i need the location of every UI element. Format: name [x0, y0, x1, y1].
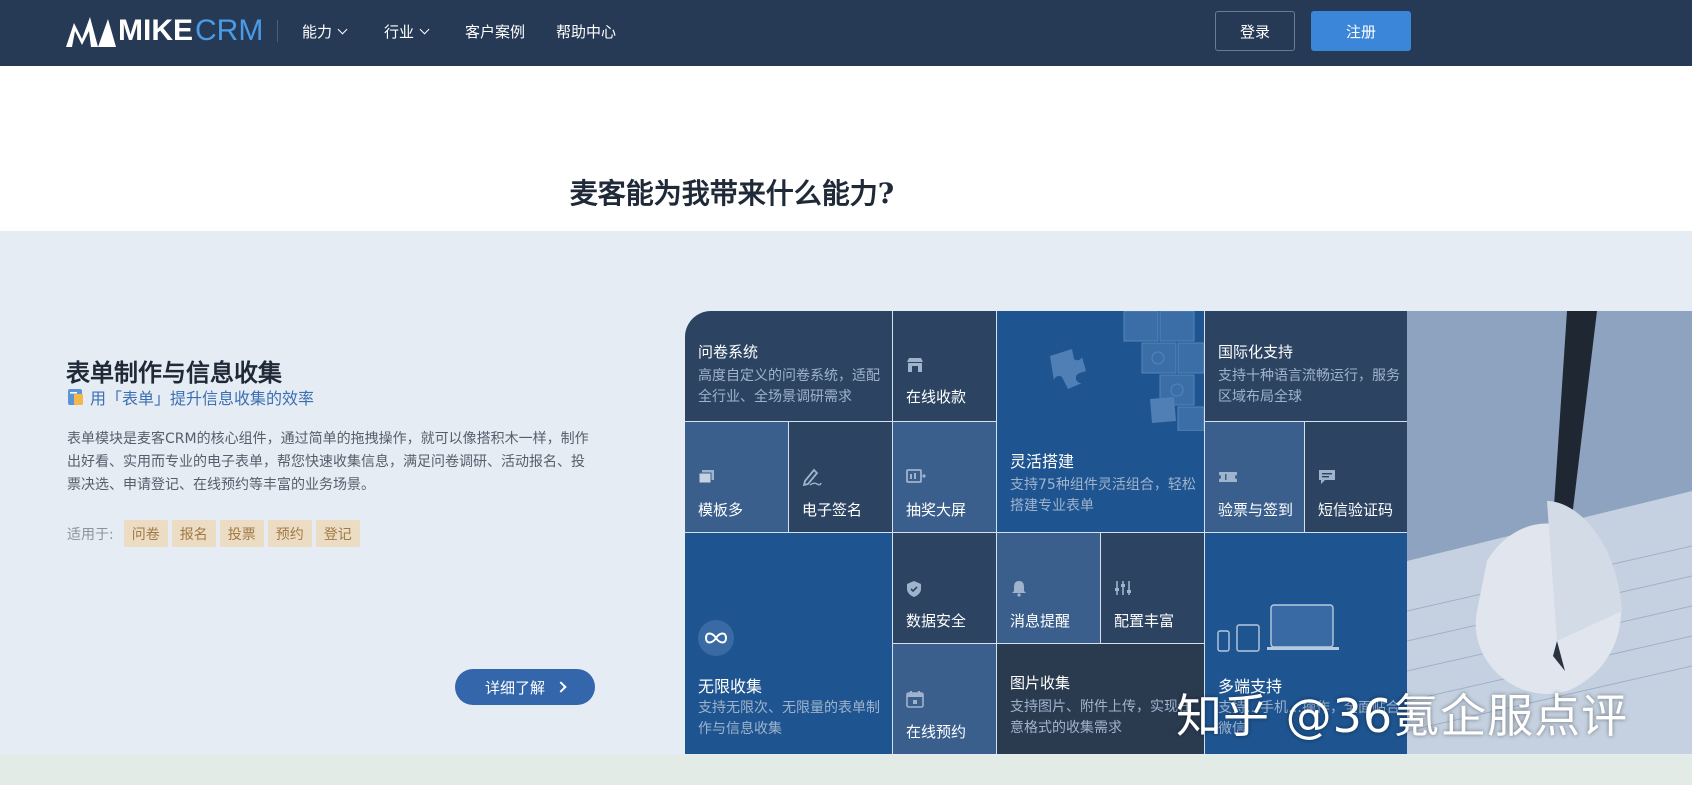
- register-button[interactable]: 注册: [1311, 11, 1411, 51]
- tile-title: 验票与签到: [1218, 501, 1294, 519]
- form-icon: [68, 389, 83, 405]
- nav-item-label: 行业: [384, 22, 415, 41]
- use-case-tag: 预约: [267, 520, 312, 547]
- bell-icon: [1012, 581, 1026, 597]
- use-case-tag: 问卷: [123, 520, 168, 547]
- tile-title: 短信验证码: [1318, 501, 1394, 519]
- tile-booking[interactable]: 在线预约: [893, 644, 996, 754]
- tile-survey[interactable]: 问卷系统 高度自定义的问卷系统，适配全行业、全场景调研需求: [685, 311, 892, 421]
- tile-desc: 支持图片、附件上传，实现任意格式的收集需求: [1010, 699, 1192, 736]
- tile-title: 问卷系统: [698, 343, 759, 361]
- tile-ticket[interactable]: 验票与签到: [1205, 422, 1304, 532]
- nav-item-label: 能力: [302, 22, 333, 41]
- tile-desc: 支持75种组件灵活组合，轻松搭建专业表单: [1010, 477, 1196, 514]
- tile-unlimited[interactable]: 无限收集 支持无限次、无限量的表单制作与信息收集: [685, 533, 892, 754]
- sliders-icon: [1115, 581, 1131, 595]
- feature-subtitle: 用「表单」提升信息收集的效率: [67, 385, 314, 409]
- tile-desc: 高度自定义的问卷系统，适配全行业、全场景调研需求: [698, 368, 880, 405]
- ticket-icon: [1219, 472, 1237, 482]
- logo-mike-text: MIKE: [118, 14, 193, 47]
- tile-config[interactable]: 配置丰富: [1101, 533, 1204, 643]
- feature-subtitle-text: 用「表单」提升信息收集的效率: [90, 389, 315, 408]
- login-button[interactable]: 登录: [1215, 11, 1295, 51]
- logo-mark-icon: [66, 17, 116, 47]
- learn-more-button[interactable]: 详细了解: [455, 669, 595, 705]
- chevron-right-icon: [555, 681, 567, 693]
- learn-more-label: 详细了解: [484, 678, 545, 697]
- zhihu-watermark: 知乎 @36氪企服点评: [1176, 689, 1629, 743]
- nav-item-help[interactable]: 帮助中心: [556, 20, 616, 42]
- tile-title: 电子签名: [802, 501, 863, 519]
- pen-icon: [802, 468, 822, 486]
- use-case-tag: 投票: [219, 520, 264, 547]
- tile-lottery[interactable]: 抽奖大屏: [893, 422, 996, 532]
- page-headline: 麦客能为我带来什么能力?: [569, 177, 895, 210]
- chevron-down-icon: [419, 24, 430, 34]
- use-cases-label: 适用于:: [67, 526, 114, 543]
- tile-title: 图片收集: [1010, 674, 1071, 692]
- tile-title: 国际化支持: [1218, 343, 1294, 361]
- use-case-tag: 登记: [315, 520, 360, 547]
- tile-sms[interactable]: 短信验证码: [1305, 422, 1407, 532]
- tile-title: 灵活搭建: [1010, 452, 1075, 471]
- nav-item-label: 客户案例: [465, 22, 526, 41]
- tile-title: 无限收集: [698, 677, 763, 696]
- tile-title: 模板多: [698, 501, 744, 519]
- tile-title: 在线收款: [906, 388, 967, 406]
- next-section-strip: [0, 755, 1692, 785]
- screen-icon: [906, 469, 926, 483]
- logo-crm-text: CRM: [195, 14, 264, 47]
- tile-title: 在线预约: [906, 723, 967, 741]
- mikecrm-logo[interactable]: MIKE CRM: [64, 11, 263, 51]
- store-icon: [907, 358, 923, 372]
- puzzle-icon: [1050, 311, 1204, 431]
- tile-payment[interactable]: 在线收款: [893, 311, 996, 421]
- tile-notify[interactable]: 消息提醒: [997, 533, 1100, 643]
- calendar-icon: [906, 691, 924, 708]
- use-case-tag: 报名: [171, 520, 216, 547]
- tile-images[interactable]: 图片收集 支持图片、附件上传，实现任意格式的收集需求: [997, 644, 1204, 754]
- nav-item-industry[interactable]: 行业: [384, 20, 430, 42]
- chevron-down-icon: [337, 24, 348, 34]
- use-cases: 适用于: 问卷 报名 投票 预约 登记: [67, 520, 360, 547]
- logo-wordmark: MIKE CRM: [118, 14, 263, 48]
- message-icon: [1319, 470, 1335, 484]
- nav-item-capability[interactable]: 能力: [302, 20, 348, 42]
- tile-title: 消息提醒: [1010, 612, 1071, 630]
- tile-i18n[interactable]: 国际化支持 支持十种语言流畅运行，服务区域布局全球: [1205, 311, 1407, 421]
- tile-desc: 支持无限次、无限量的表单制作与信息收集: [698, 700, 880, 737]
- tile-esign[interactable]: 电子签名: [789, 422, 892, 532]
- tile-title: 数据安全: [906, 612, 967, 630]
- nav-item-label: 帮助中心: [556, 22, 617, 41]
- tile-title: 抽奖大屏: [906, 501, 967, 519]
- tile-security[interactable]: 数据安全: [893, 533, 996, 643]
- tile-title: 配置丰富: [1114, 612, 1175, 630]
- layers-icon: [698, 470, 714, 484]
- devices-icon: [1217, 604, 1339, 652]
- nav-item-cases[interactable]: 客户案例: [465, 20, 525, 42]
- nav-divider: [277, 20, 278, 42]
- tile-builder[interactable]: 灵活搭建 支持75种组件灵活组合，轻松搭建专业表单: [997, 311, 1204, 532]
- tile-templates[interactable]: 模板多: [685, 422, 788, 532]
- infinity-icon: [698, 620, 734, 656]
- feature-description: 表单模块是麦客CRM的核心组件，通过简单的拖拽操作，就可以像搭积木一样，制作出好…: [67, 431, 589, 493]
- top-navbar: MIKE CRM 能力 行业 客户案例 帮助中心 登录 注册: [0, 0, 1692, 66]
- tile-desc: 支持十种语言流畅运行，服务区域布局全球: [1218, 368, 1400, 405]
- feature-title: 表单制作与信息收集: [66, 358, 282, 387]
- shield-icon: [907, 581, 921, 597]
